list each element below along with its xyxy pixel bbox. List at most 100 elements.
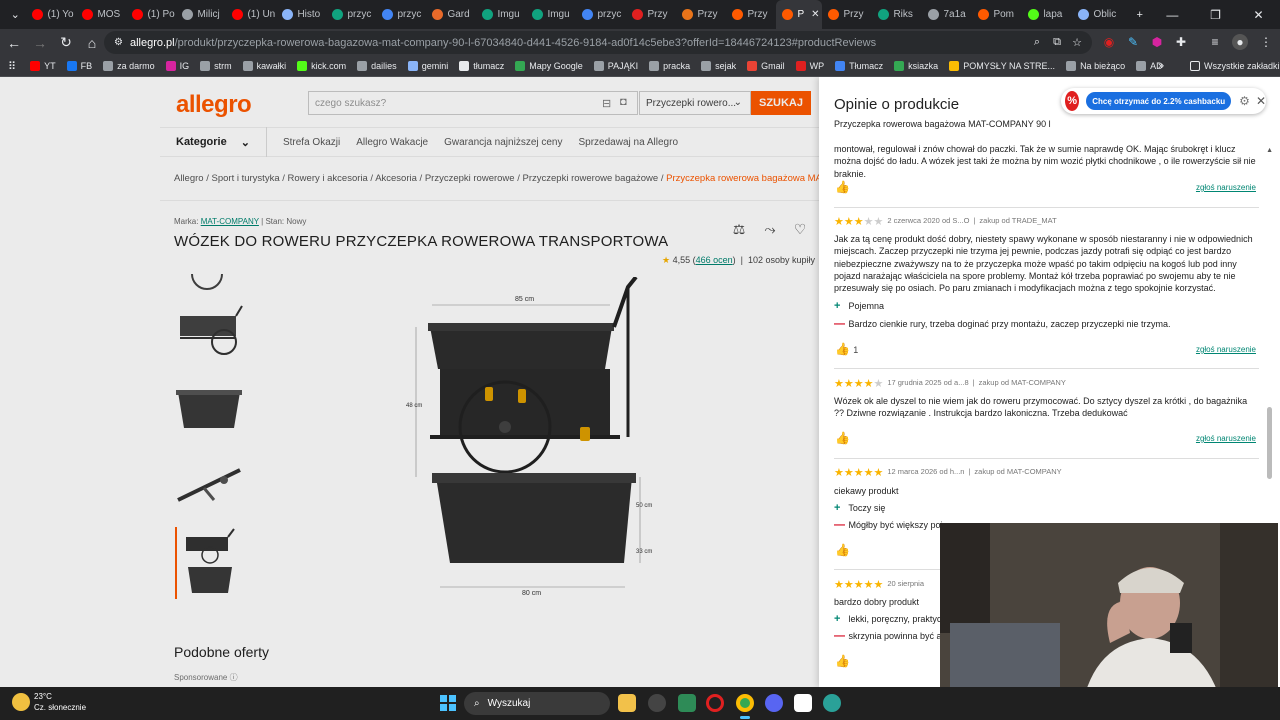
bookmark-item[interactable]: kawałki <box>242 61 286 71</box>
breadcrumb-item[interactable]: Akcesoria <box>375 173 417 184</box>
product-main-image[interactable]: 85 cm 48 cm 80 cm 50 cm 33 cm <box>400 277 660 597</box>
bookmark-item[interactable]: Na bieżąco <box>1066 61 1125 71</box>
close-window-button[interactable]: ✕ <box>1237 8 1280 22</box>
browser-tab[interactable]: Histo <box>276 0 326 29</box>
bookmark-item[interactable]: Tłumacz <box>835 61 883 71</box>
file-explorer-icon[interactable] <box>618 694 636 712</box>
browser-tab[interactable]: lapa <box>1022 0 1072 29</box>
record-icon[interactable]: ◉ <box>1101 34 1117 50</box>
thumbs-up-icon[interactable]: 👍 <box>835 180 850 194</box>
new-tab-button[interactable]: + <box>1128 0 1150 29</box>
browser-tab[interactable]: Pom <box>972 0 1022 29</box>
share-icon[interactable]: ⤳ <box>760 219 780 239</box>
bookmark-item[interactable]: dailies <box>357 61 397 71</box>
bookmarks-more-button[interactable]: » <box>1158 60 1164 72</box>
heart-icon[interactable]: ♡ <box>790 219 810 239</box>
reading-list-icon[interactable]: ≡ <box>1207 34 1223 50</box>
nav-sprzedawaj[interactable]: Sprzedawaj na Allegro <box>579 137 679 148</box>
bookmark-item[interactable]: gemini <box>407 61 448 71</box>
search-input[interactable]: czego szukasz? <box>308 91 638 115</box>
search-button[interactable]: SZUKAJ <box>751 91 811 115</box>
browser-tab[interactable]: przyc <box>376 0 426 29</box>
back-button[interactable]: ← <box>2 31 26 55</box>
extension-translate-icon[interactable]: ✎ <box>1125 34 1141 50</box>
bookmark-item[interactable]: ksiazka <box>894 61 938 71</box>
browser-tab[interactable]: przyc <box>576 0 626 29</box>
breadcrumb-item[interactable]: Sport i turystyka <box>212 173 280 184</box>
bookmark-item[interactable]: za darmo <box>103 61 155 71</box>
browser-tab[interactable]: MOS <box>76 0 126 29</box>
nav-gwarancja[interactable]: Gwarancja najniższej ceny <box>444 137 562 148</box>
forward-button[interactable]: → <box>28 31 52 55</box>
ratings-count-link[interactable]: 466 ocen <box>696 255 733 265</box>
breadcrumb-item[interactable]: Rowery i akcesoria <box>288 173 368 184</box>
compare-icon[interactable]: ⚖ <box>729 219 749 239</box>
thumbs-up-icon[interactable]: 👍 <box>835 543 850 557</box>
thumbs-up-icon[interactable]: 👍 <box>835 654 850 668</box>
bookmark-item[interactable]: POMYSŁY NA STRE... <box>949 61 1055 71</box>
bookmark-item[interactable]: tłumacz <box>459 61 504 71</box>
windows-start-icon[interactable] <box>440 695 456 711</box>
cashback-button[interactable]: Chcę otrzymać do 2.2% cashbacku <box>1086 92 1232 110</box>
info-icon[interactable]: ⓘ <box>230 673 238 682</box>
browser-tab[interactable]: Gard <box>426 0 476 29</box>
report-link[interactable]: zgłoś naruszenie <box>1196 345 1256 354</box>
zoom-search-icon[interactable]: ⌕ <box>1034 36 1040 49</box>
shield-app-icon[interactable] <box>678 694 696 712</box>
brand-link[interactable]: MAT-COMPANY <box>201 217 259 226</box>
apps-grid-icon[interactable]: ⠿ <box>8 60 16 73</box>
gear-icon[interactable]: ⚙ <box>1239 94 1250 108</box>
category-select[interactable]: Przyczepki rowero... ⌄ <box>639 91 751 115</box>
thumbnail-frame[interactable] <box>174 460 244 516</box>
bookmark-item[interactable]: PAJĄKI <box>593 61 638 71</box>
bookmark-item[interactable]: Gmail <box>747 61 785 71</box>
browser-tab[interactable]: P ✕ <box>776 0 823 29</box>
breadcrumb-item[interactable]: Przyczepki rowerowe <box>425 173 515 184</box>
maximize-button[interactable]: ❐ <box>1194 8 1237 22</box>
notes-app-icon[interactable] <box>794 694 812 712</box>
nav-strefa-okazji[interactable]: Strefa Okazji <box>283 137 340 148</box>
nav-allegro-wakacje[interactable]: Allegro Wakacje <box>356 137 428 148</box>
camera-icon[interactable]: ◘ <box>620 96 627 108</box>
bookmark-item[interactable]: kick.com <box>297 61 346 71</box>
browser-tab[interactable]: przyc <box>326 0 376 29</box>
globe-app-icon[interactable] <box>823 694 841 712</box>
browser-tab[interactable]: Milicj <box>176 0 226 29</box>
browser-tab[interactable]: (1) Po <box>126 0 176 29</box>
thumbnail-box[interactable] <box>174 382 244 438</box>
tab-search-icon[interactable]: ⌄ <box>4 0 26 29</box>
bookmark-item[interactable]: strm <box>200 61 232 71</box>
thumbs-up-button[interactable]: 👍 1 <box>835 342 865 356</box>
chrome-icon[interactable] <box>736 694 754 712</box>
menu-dots-icon[interactable]: ⋮ <box>1258 34 1274 50</box>
bookmark-star-icon[interactable]: ☆ <box>1072 36 1082 49</box>
close-tab-icon[interactable]: ✕ <box>811 9 819 20</box>
reviews-scrollbar[interactable] <box>1267 407 1272 479</box>
scan-icon[interactable]: ⊟ <box>602 97 611 110</box>
browser-tab[interactable]: Riks <box>872 0 922 29</box>
browser-tab[interactable]: (1) Yo <box>26 0 76 29</box>
obs-icon[interactable] <box>648 694 666 712</box>
thumbnail-cart-side[interactable] <box>174 302 244 358</box>
browser-tab[interactable]: 7a1a <box>922 0 972 29</box>
discord-icon[interactable] <box>765 694 783 712</box>
extensions-puzzle-icon[interactable]: ✚ <box>1173 34 1189 50</box>
bookmark-item[interactable]: pracka <box>649 61 690 71</box>
report-link[interactable]: zgłoś naruszenie <box>1196 434 1256 443</box>
browser-tab[interactable]: Oblic <box>1072 0 1122 29</box>
browser-tab[interactable]: Przy <box>726 0 776 29</box>
address-bar[interactable]: ⚙ allegro.pl/produkt/przyczepka-rowerowa… <box>104 31 1092 54</box>
extension-shield-icon[interactable]: ⬢ <box>1149 34 1165 50</box>
allegro-logo[interactable]: allegro <box>176 91 252 119</box>
browser-tab[interactable]: Imgu <box>476 0 526 29</box>
browser-tab[interactable]: Przy <box>676 0 726 29</box>
breadcrumb-item[interactable]: Przyczepki rowerowe bagażowe <box>523 173 659 184</box>
opera-icon[interactable] <box>706 694 724 712</box>
all-bookmarks-folder[interactable]: Wszystkie zakładki <box>1190 61 1280 71</box>
reload-button[interactable]: ↻ <box>54 31 78 55</box>
thumbnail-wheel[interactable] <box>174 272 244 290</box>
breadcrumb-item[interactable]: Allegro <box>174 173 204 184</box>
install-icon[interactable]: ⧉ <box>1053 36 1061 49</box>
bookmark-item[interactable]: FB <box>66 61 92 71</box>
bookmark-item[interactable]: Mapy Google <box>515 61 583 71</box>
